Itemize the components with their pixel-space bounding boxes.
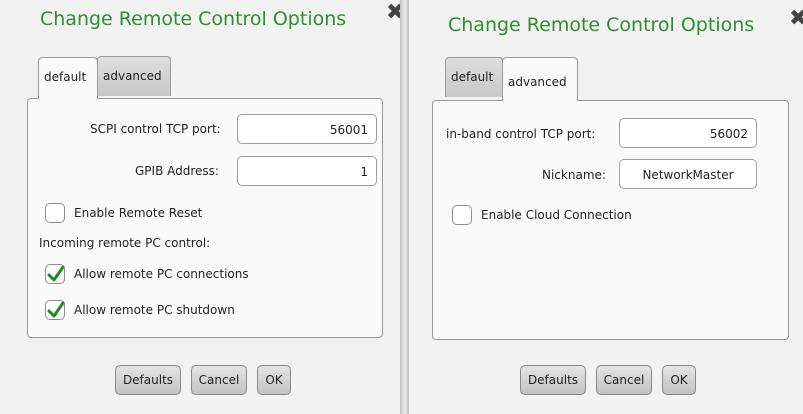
defaults-button[interactable]: Defaults [115,365,181,395]
enable-remote-reset-label: Enable Remote Reset [74,206,203,220]
remote-control-dialog-advanced: Change Remote Control Options ✖ default … [409,0,803,414]
cancel-button[interactable]: Cancel [191,365,247,395]
tab-default[interactable]: default [38,57,98,99]
inband-port-field[interactable]: 56002 [619,118,757,148]
screenshot-divider [400,0,409,414]
checkmark-icon [47,265,65,282]
allow-remote-shutdown-label: Allow remote PC shutdown [74,303,235,317]
allow-remote-connections-checkbox[interactable] [45,264,65,284]
tab-default[interactable]: default [445,57,503,97]
default-tab-panel: SCPI control TCP port: 56001 GPIB Addres… [27,98,383,338]
tab-advanced[interactable]: advanced [502,57,578,101]
incoming-remote-heading: Incoming remote PC control: [39,236,211,250]
nickname-field[interactable]: NetworkMaster [619,159,757,189]
defaults-button[interactable]: Defaults [520,365,586,395]
inband-port-label: in-band control TCP port: [446,127,596,141]
allow-remote-shutdown-checkbox[interactable] [45,300,65,320]
ok-button[interactable]: OK [662,365,696,395]
enable-remote-reset-checkbox[interactable] [45,203,65,223]
remote-control-dialog-default: Change Remote Control Options ✖ default … [0,0,404,414]
scpi-port-field[interactable]: 56001 [237,114,377,144]
dialog-title: Change Remote Control Options [40,8,347,30]
gpib-address-field[interactable]: 1 [237,156,377,186]
scpi-port-label: SCPI control TCP port: [90,122,221,136]
checkmark-icon [47,301,65,318]
allow-remote-connections-label: Allow remote PC connections [74,267,249,281]
enable-cloud-connection-checkbox[interactable] [452,205,472,225]
dialog-title: Change Remote Control Options [448,14,755,36]
gpib-address-label: GPIB Address: [135,164,219,178]
nickname-label: Nickname: [542,168,606,182]
cancel-button[interactable]: Cancel [596,365,652,395]
tab-advanced[interactable]: advanced [97,56,171,96]
close-icon[interactable]: ✖ [789,8,803,30]
enable-cloud-connection-label: Enable Cloud Connection [481,208,632,222]
advanced-tab-panel: in-band control TCP port: 56002 Nickname… [432,100,789,340]
ok-button[interactable]: OK [257,365,291,395]
